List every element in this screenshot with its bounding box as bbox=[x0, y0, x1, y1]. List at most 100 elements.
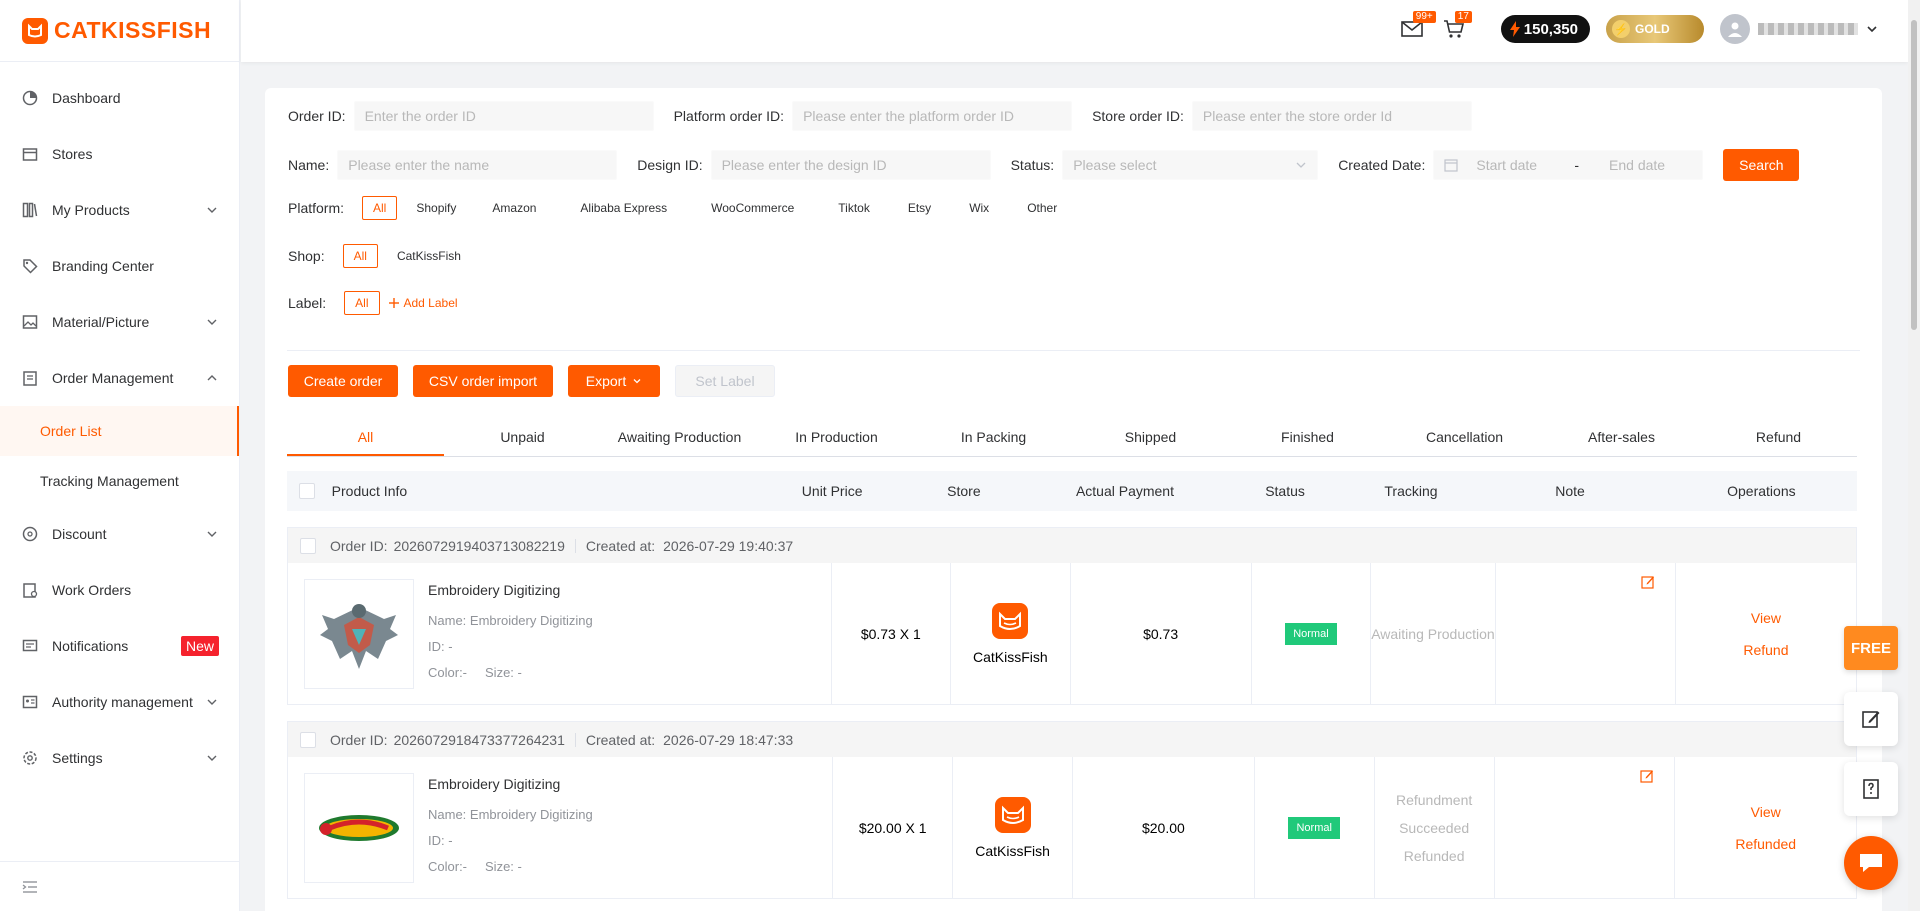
label-chip-all[interactable]: All bbox=[344, 291, 380, 315]
tab-cancellation[interactable]: Cancellation bbox=[1386, 418, 1543, 456]
tracking-status: Refunded bbox=[1403, 847, 1465, 864]
set-label-button[interactable]: Set Label bbox=[675, 365, 775, 397]
sidebar-item-label: Material/Picture bbox=[52, 314, 150, 330]
product-title[interactable]: Embroidery Digitizing bbox=[428, 582, 593, 598]
avatar bbox=[1720, 14, 1750, 44]
csv-order-import-button[interactable]: CSV order import bbox=[413, 365, 553, 397]
product-id: ID: - bbox=[428, 832, 453, 848]
sidebar-item-order-list[interactable]: Order List bbox=[0, 406, 239, 456]
order-id-label: Order ID: bbox=[330, 537, 388, 554]
platform-chip-amazon[interactable]: Amazon bbox=[481, 196, 547, 220]
start-date-input[interactable]: Start date bbox=[1476, 157, 1556, 173]
user-menu[interactable] bbox=[1720, 14, 1878, 44]
help-button[interactable] bbox=[1844, 762, 1898, 816]
platform-chip-etsy[interactable]: Etsy bbox=[897, 196, 942, 220]
sidebar-item-branding-center[interactable]: Branding Center bbox=[0, 238, 239, 294]
tab-in-production[interactable]: In Production bbox=[758, 418, 915, 456]
status-select[interactable]: Please select bbox=[1062, 150, 1319, 180]
product-thumbnail[interactable] bbox=[304, 578, 414, 689]
shop-chip-catkissfish[interactable]: CatKissFish bbox=[386, 244, 472, 268]
design-id-input[interactable]: Please enter the design ID bbox=[710, 150, 991, 180]
sidebar-item-stores[interactable]: Stores bbox=[0, 126, 239, 182]
sidebar-item-settings[interactable]: Settings bbox=[0, 730, 239, 786]
platform-chip-alibaba-express[interactable]: Alibaba Express bbox=[569, 196, 678, 220]
feedback-button[interactable] bbox=[1844, 692, 1898, 746]
name-input[interactable]: Please enter the name bbox=[337, 150, 618, 180]
date-range-picker[interactable]: Start date - End date bbox=[1433, 150, 1704, 180]
create-order-button[interactable]: Create order bbox=[288, 365, 398, 397]
select-all-checkbox[interactable] bbox=[299, 483, 315, 499]
product-thumbnail[interactable] bbox=[304, 772, 414, 883]
sidebar-item-label: Order Management bbox=[52, 370, 174, 386]
platform-chip-other[interactable]: Other bbox=[1016, 196, 1068, 220]
unit-price: $20.00 X 1 bbox=[858, 819, 927, 836]
sidebar-item-discount[interactable]: Discount bbox=[0, 506, 239, 562]
product-title[interactable]: Embroidery Digitizing bbox=[428, 776, 593, 792]
scrollbar-thumb[interactable] bbox=[1911, 20, 1917, 330]
order-header: Order ID: 2026072919403713082219 Created… bbox=[288, 528, 1856, 563]
refunded-link[interactable]: Refunded bbox=[1735, 828, 1796, 860]
collapse-sidebar-button[interactable] bbox=[0, 861, 240, 911]
refund-link[interactable]: Refund bbox=[1743, 634, 1788, 666]
tab-finished[interactable]: Finished bbox=[1229, 418, 1386, 456]
actual-payment: $0.73 bbox=[1143, 625, 1179, 642]
order-checkbox[interactable] bbox=[300, 731, 316, 748]
order-checkbox[interactable] bbox=[300, 537, 316, 554]
gear-icon bbox=[22, 750, 38, 766]
tab-all[interactable]: All bbox=[287, 418, 444, 456]
brand-logo[interactable]: CATKISSFISH bbox=[0, 0, 239, 62]
product-id: ID: - bbox=[428, 638, 453, 654]
column-header: Product Info bbox=[331, 483, 408, 499]
status-label: Status: bbox=[1010, 157, 1055, 173]
membership-tier[interactable]: ⚡ GOLD bbox=[1606, 15, 1704, 43]
store-order-id-input[interactable]: Please enter the store order Id bbox=[1191, 101, 1472, 131]
tab-in-packing[interactable]: In Packing bbox=[915, 418, 1072, 456]
view-link[interactable]: View bbox=[1751, 796, 1781, 828]
chevron-down-icon bbox=[207, 755, 217, 761]
column-header: Status bbox=[1265, 483, 1305, 499]
sidebar-item-dashboard[interactable]: Dashboard bbox=[0, 70, 239, 126]
platform-chip-all[interactable]: All bbox=[362, 196, 398, 220]
column-header: Tracking bbox=[1384, 483, 1438, 499]
search-button[interactable]: Search bbox=[1723, 149, 1800, 181]
sidebar-item-authority-management[interactable]: Authority management bbox=[0, 674, 239, 730]
created-at-value: 2026-07-29 18:47:33 bbox=[663, 731, 794, 748]
product-info-cell: Embroidery Digitizing Name: Embroidery D… bbox=[288, 757, 834, 898]
free-promo-button[interactable]: FREE bbox=[1844, 626, 1898, 670]
sidebar-item-material-picture[interactable]: Material/Picture bbox=[0, 294, 239, 350]
shop-chip-all[interactable]: All bbox=[342, 244, 378, 268]
end-date-input[interactable]: End date bbox=[1609, 157, 1665, 173]
tab-unpaid[interactable]: Unpaid bbox=[444, 418, 601, 456]
platform-chip-wix[interactable]: Wix bbox=[958, 196, 1000, 220]
sidebar-item-tracking-management[interactable]: Tracking Management bbox=[0, 456, 239, 506]
edit-note-icon[interactable] bbox=[1641, 575, 1655, 589]
sidebar-item-work-orders[interactable]: Work Orders bbox=[0, 562, 239, 618]
points-balance[interactable]: 150,350 bbox=[1500, 15, 1590, 43]
platform-order-id-input[interactable]: Please enter the platform order ID bbox=[792, 101, 1073, 131]
page-scrollbar[interactable] bbox=[1908, 0, 1920, 911]
add-label-button[interactable]: Add Label bbox=[388, 296, 458, 310]
tab-shipped[interactable]: Shipped bbox=[1072, 418, 1229, 456]
cart-button[interactable]: 17 bbox=[1441, 11, 1472, 42]
tab-refund[interactable]: Refund bbox=[1700, 418, 1857, 456]
view-link[interactable]: View bbox=[1751, 602, 1781, 634]
order-status-tabs: All Unpaid Awaiting Production In Produc… bbox=[287, 418, 1857, 457]
chat-support-button[interactable] bbox=[1844, 836, 1898, 890]
sidebar-item-label: Settings bbox=[52, 750, 103, 766]
tab-awaiting-production[interactable]: Awaiting Production bbox=[601, 418, 758, 456]
status-badge: Normal bbox=[1285, 622, 1337, 645]
column-header: Unit Price bbox=[801, 483, 863, 499]
sidebar-item-notifications[interactable]: Notifications New bbox=[0, 618, 239, 674]
edit-note-icon[interactable] bbox=[1640, 769, 1654, 783]
order-id-input[interactable]: Enter the order ID bbox=[353, 101, 654, 131]
sidebar-item-order-management[interactable]: Order Management bbox=[0, 350, 239, 406]
image-icon bbox=[22, 314, 38, 330]
tab-after-sales[interactable]: After-sales bbox=[1543, 418, 1700, 456]
mail-button[interactable]: 99+ bbox=[1399, 11, 1436, 42]
unit-price-cell: $20.00 X 1 bbox=[833, 757, 954, 898]
export-button[interactable]: Export bbox=[568, 365, 660, 397]
platform-chip-tiktok[interactable]: Tiktok bbox=[827, 196, 881, 220]
platform-chip-shopify[interactable]: Shopify bbox=[405, 196, 467, 220]
platform-chip-woocommerce[interactable]: WooCommerce bbox=[700, 196, 805, 220]
sidebar-item-my-products[interactable]: My Products bbox=[0, 182, 239, 238]
